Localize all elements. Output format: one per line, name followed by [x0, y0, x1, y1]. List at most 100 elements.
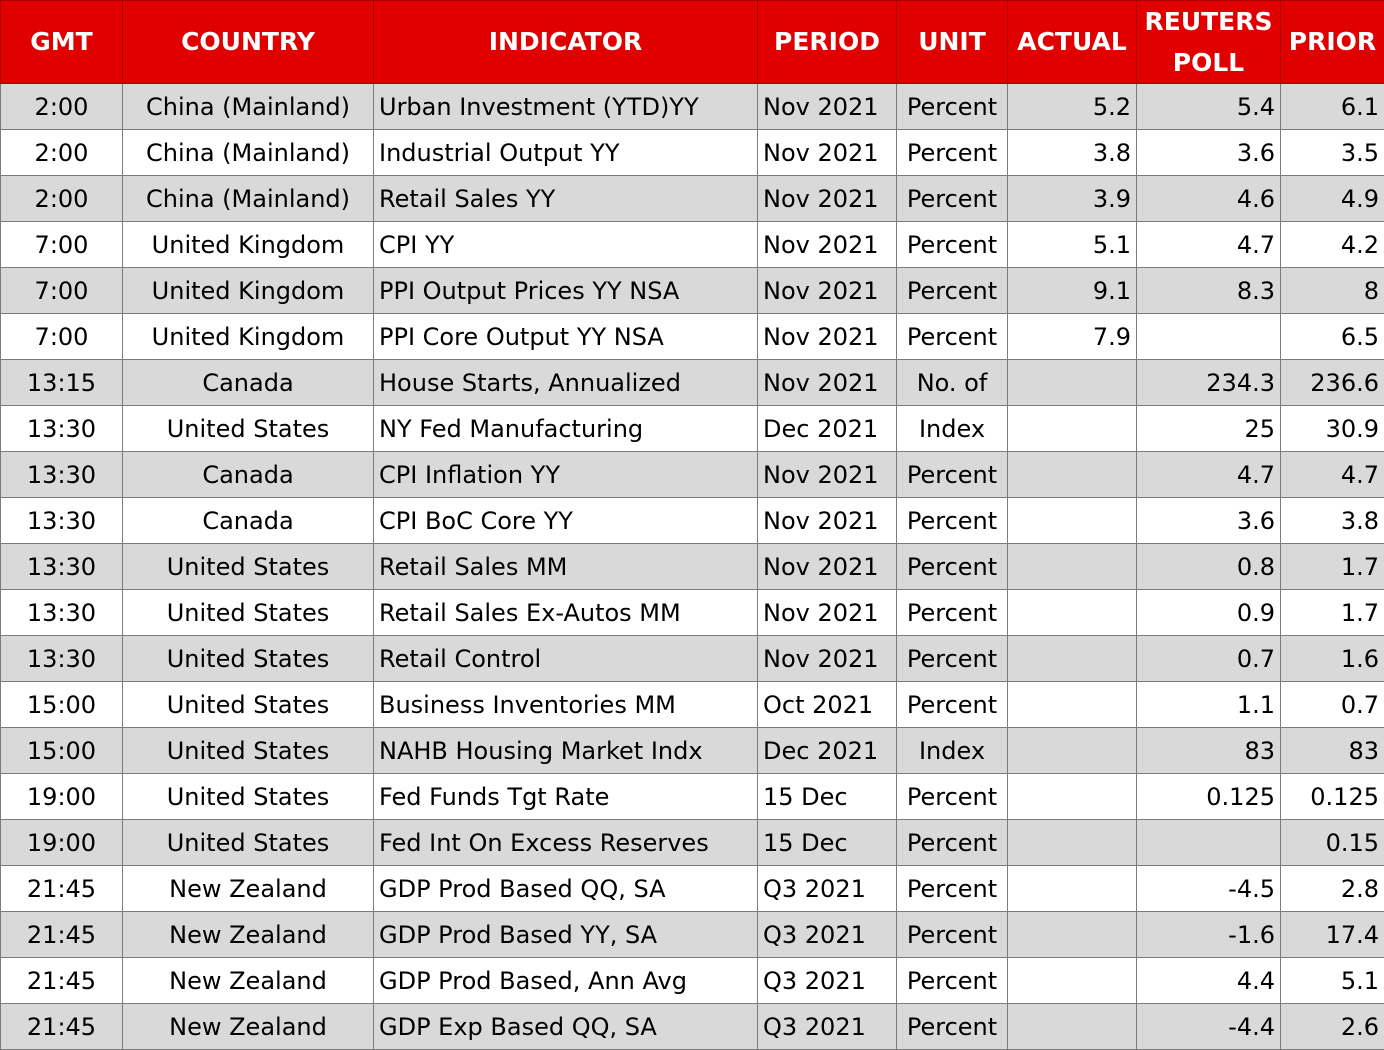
cell-indicator: Business Inventories MM [374, 682, 758, 728]
cell-prior: 4.9 [1281, 176, 1384, 222]
cell-gmt: 7:00 [1, 222, 123, 268]
cell-prior: 3.8 [1281, 498, 1384, 544]
cell-indicator: Fed Int On Excess Reserves [374, 820, 758, 866]
cell-country: United States [123, 728, 374, 774]
table-row: 15:00United StatesNAHB Housing Market In… [1, 728, 1384, 774]
cell-indicator: GDP Prod Based YY, SA [374, 912, 758, 958]
cell-period: Oct 2021 [758, 682, 897, 728]
cell-indicator: CPI Inflation YY [374, 452, 758, 498]
cell-indicator: NAHB Housing Market Indx [374, 728, 758, 774]
cell-reuters-poll: 83 [1137, 728, 1281, 774]
cell-reuters-poll: 4.4 [1137, 958, 1281, 1004]
cell-prior: 0.15 [1281, 820, 1384, 866]
table-body: 2:00China (Mainland)Urban Investment (YT… [1, 84, 1384, 1050]
cell-reuters-poll: 4.6 [1137, 176, 1281, 222]
cell-gmt: 15:00 [1, 682, 123, 728]
table-row: 21:45New ZealandGDP Prod Based YY, SAQ3 … [1, 912, 1384, 958]
cell-reuters-poll: 0.125 [1137, 774, 1281, 820]
cell-gmt: 19:00 [1, 774, 123, 820]
cell-country: China (Mainland) [123, 176, 374, 222]
cell-prior: 83 [1281, 728, 1384, 774]
cell-unit: Percent [897, 866, 1008, 912]
cell-prior: 30.9 [1281, 406, 1384, 452]
cell-period: Q3 2021 [758, 958, 897, 1004]
cell-country: United Kingdom [123, 222, 374, 268]
cell-period: Nov 2021 [758, 498, 897, 544]
cell-unit: Percent [897, 498, 1008, 544]
header-prior: PRIOR [1281, 1, 1384, 84]
table-row: 13:30CanadaCPI Inflation YYNov 2021Perce… [1, 452, 1384, 498]
cell-reuters-poll: 5.4 [1137, 84, 1281, 130]
cell-indicator: GDP Prod Based QQ, SA [374, 866, 758, 912]
cell-period: Nov 2021 [758, 590, 897, 636]
cell-country: Canada [123, 498, 374, 544]
cell-unit: Percent [897, 84, 1008, 130]
cell-country: New Zealand [123, 866, 374, 912]
cell-country: Canada [123, 360, 374, 406]
cell-reuters-poll: 3.6 [1137, 130, 1281, 176]
cell-country: United States [123, 544, 374, 590]
cell-reuters-poll [1137, 314, 1281, 360]
header-gmt: GMT [1, 1, 123, 84]
cell-country: China (Mainland) [123, 84, 374, 130]
table-row: 21:45New ZealandGDP Prod Based, Ann AvgQ… [1, 958, 1384, 1004]
cell-prior: 4.7 [1281, 452, 1384, 498]
cell-reuters-poll: 3.6 [1137, 498, 1281, 544]
cell-gmt: 13:15 [1, 360, 123, 406]
cell-period: Nov 2021 [758, 130, 897, 176]
cell-country: United Kingdom [123, 314, 374, 360]
table-row: 13:30United StatesRetail ControlNov 2021… [1, 636, 1384, 682]
cell-prior: 236.6 [1281, 360, 1384, 406]
cell-unit: Percent [897, 590, 1008, 636]
cell-actual [1008, 912, 1137, 958]
cell-gmt: 21:45 [1, 912, 123, 958]
cell-indicator: PPI Core Output YY NSA [374, 314, 758, 360]
header-country: COUNTRY [123, 1, 374, 84]
cell-period: Nov 2021 [758, 360, 897, 406]
cell-prior: 2.8 [1281, 866, 1384, 912]
cell-country: United States [123, 636, 374, 682]
cell-actual [1008, 406, 1137, 452]
cell-period: Dec 2021 [758, 728, 897, 774]
cell-unit: Percent [897, 636, 1008, 682]
table-row: 7:00United KingdomCPI YYNov 2021Percent5… [1, 222, 1384, 268]
cell-actual: 5.2 [1008, 84, 1137, 130]
table-row: 13:30United StatesNY Fed ManufacturingDe… [1, 406, 1384, 452]
cell-actual [1008, 498, 1137, 544]
cell-reuters-poll: 4.7 [1137, 452, 1281, 498]
cell-unit: Percent [897, 774, 1008, 820]
cell-period: Q3 2021 [758, 912, 897, 958]
cell-actual: 5.1 [1008, 222, 1137, 268]
cell-prior: 1.7 [1281, 544, 1384, 590]
cell-country: United States [123, 774, 374, 820]
cell-gmt: 7:00 [1, 314, 123, 360]
cell-country: New Zealand [123, 958, 374, 1004]
cell-reuters-poll: 234.3 [1137, 360, 1281, 406]
table-row: 21:45New ZealandGDP Prod Based QQ, SAQ3 … [1, 866, 1384, 912]
cell-reuters-poll: 0.8 [1137, 544, 1281, 590]
cell-country: China (Mainland) [123, 130, 374, 176]
cell-country: United States [123, 406, 374, 452]
cell-actual [1008, 544, 1137, 590]
cell-prior: 0.125 [1281, 774, 1384, 820]
cell-actual [1008, 866, 1137, 912]
cell-unit: Percent [897, 314, 1008, 360]
cell-unit: Percent [897, 820, 1008, 866]
cell-indicator: Retail Sales MM [374, 544, 758, 590]
cell-reuters-poll [1137, 820, 1281, 866]
cell-prior: 1.6 [1281, 636, 1384, 682]
cell-period: Nov 2021 [758, 636, 897, 682]
cell-country: United States [123, 682, 374, 728]
cell-unit: Index [897, 728, 1008, 774]
cell-actual [1008, 590, 1137, 636]
cell-gmt: 21:45 [1, 958, 123, 1004]
cell-actual [1008, 728, 1137, 774]
cell-gmt: 13:30 [1, 590, 123, 636]
cell-unit: Percent [897, 130, 1008, 176]
cell-reuters-poll: -1.6 [1137, 912, 1281, 958]
header-indicator: INDICATOR [374, 1, 758, 84]
cell-country: Canada [123, 452, 374, 498]
cell-gmt: 13:30 [1, 406, 123, 452]
cell-gmt: 13:30 [1, 452, 123, 498]
cell-reuters-poll: -4.5 [1137, 866, 1281, 912]
